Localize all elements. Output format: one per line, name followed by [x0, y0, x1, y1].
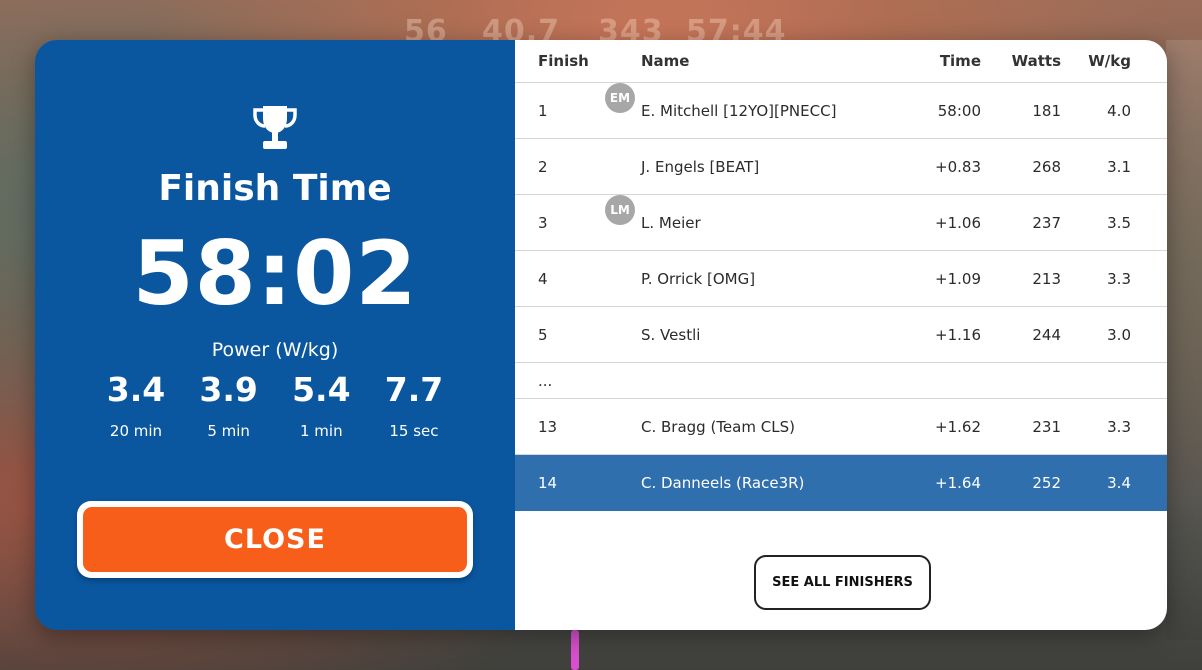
cell-wkg: 3.3	[1107, 418, 1131, 436]
column-header-watts: Watts	[1011, 52, 1061, 70]
cell-time: +0.83	[935, 158, 981, 176]
power-duration: 20 min	[109, 422, 163, 440]
cell-name: S. Vestli	[641, 326, 701, 344]
table-row[interactable]: 2 J. Engels [BEAT] +0.83 268 3.1	[515, 139, 1167, 195]
finish-time-value: 58:02	[132, 222, 418, 325]
cell-wkg: 4.0	[1107, 102, 1131, 120]
table-row[interactable]: 4 P. Orrick [OMG] +1.09 213 3.3	[515, 251, 1167, 307]
column-header-wkg: W/kg	[1088, 52, 1131, 70]
power-label: Power (W/kg)	[211, 339, 339, 361]
cell-name: C. Bragg (Team CLS)	[641, 418, 795, 436]
power-stat-1min: 5.4 1 min	[275, 370, 367, 440]
power-duration: 15 sec	[389, 422, 439, 440]
see-all-finishers-button[interactable]: SEE ALL FINISHERS	[754, 555, 931, 610]
cell-watts: 252	[1032, 474, 1061, 492]
close-button-label: CLOSE	[83, 507, 467, 572]
cell-finish: 5	[538, 326, 548, 344]
power-value: 3.4	[106, 370, 166, 409]
cell-finish: 4	[538, 270, 548, 288]
avatar: EM	[605, 83, 635, 113]
cell-time: +1.09	[935, 270, 981, 288]
column-header-time: Time	[939, 52, 981, 70]
cell-time: +1.64	[935, 474, 981, 492]
cell-time: 58:00	[937, 102, 981, 120]
cell-wkg: 3.4	[1107, 474, 1131, 492]
cell-watts: 181	[1032, 102, 1061, 120]
table-row-current-rider[interactable]: 14 C. Danneels (Race3R) +1.64 252 3.4	[515, 455, 1167, 511]
power-value: 3.9	[199, 370, 258, 409]
cell-time: +1.06	[935, 214, 981, 232]
close-button[interactable]: CLOSE	[77, 501, 473, 578]
power-value: 5.4	[292, 370, 351, 409]
results-panel: Finish Name Time Watts W/kg 1 EM E. Mitc…	[515, 40, 1167, 630]
cell-finish: 3	[538, 214, 548, 232]
cell-time: +1.62	[935, 418, 981, 436]
power-duration: 5 min	[207, 422, 250, 440]
background-side-panel	[1166, 40, 1202, 640]
cell-name: L. Meier	[641, 214, 701, 232]
power-value: 7.7	[384, 370, 444, 409]
results-table-header: Finish Name Time Watts W/kg	[515, 40, 1167, 83]
ellipsis-text: ...	[538, 372, 553, 390]
column-header-finish: Finish	[538, 52, 589, 70]
power-stat-20min: 3.4 20 min	[90, 370, 182, 440]
table-row[interactable]: 5 S. Vestli +1.16 244 3.0	[515, 307, 1167, 363]
cell-wkg: 3.0	[1107, 326, 1131, 344]
cell-name: J. Engels [BEAT]	[641, 158, 760, 176]
cell-watts: 268	[1032, 158, 1061, 176]
table-row-ellipsis: ...	[515, 363, 1167, 399]
table-row[interactable]: 3 LM L. Meier +1.06 237 3.5	[515, 195, 1167, 251]
cell-finish: 13	[538, 418, 558, 436]
power-duration: 1 min	[300, 422, 343, 440]
cell-finish: 2	[538, 158, 548, 176]
cell-wkg: 3.1	[1107, 158, 1131, 176]
cell-name: P. Orrick [OMG]	[641, 270, 756, 288]
cell-finish: 1	[538, 102, 548, 120]
column-header-name: Name	[641, 52, 690, 70]
cell-watts: 244	[1032, 326, 1061, 344]
cell-wkg: 3.3	[1107, 270, 1131, 288]
table-row[interactable]: 1 EM E. Mitchell [12YO][PNECC] 58:00 181…	[515, 83, 1167, 139]
cell-time: +1.16	[935, 326, 981, 344]
cell-name: C. Danneels (Race3R)	[641, 474, 805, 492]
cell-finish: 14	[538, 474, 558, 492]
race-results-modal: Finish Time 58:02 Power (W/kg) 3.4 20 mi…	[35, 40, 1167, 630]
trophy-icon	[253, 106, 297, 149]
power-stats: 3.4 20 min 3.9 5 min 5.4 1 min 7.7 15 se…	[90, 370, 460, 440]
cell-wkg: 3.5	[1107, 214, 1131, 232]
power-stat-15sec: 7.7 15 sec	[368, 370, 460, 440]
background-pole	[571, 630, 579, 670]
table-row[interactable]: 13 C. Bragg (Team CLS) +1.62 231 3.3	[515, 399, 1167, 455]
cell-watts: 237	[1032, 214, 1061, 232]
cell-watts: 231	[1032, 418, 1061, 436]
power-stat-5min: 3.9 5 min	[183, 370, 275, 440]
finish-time-title: Finish Time	[158, 168, 392, 209]
finish-summary-panel: Finish Time 58:02 Power (W/kg) 3.4 20 mi…	[35, 40, 515, 630]
avatar: LM	[605, 195, 635, 225]
cell-name: E. Mitchell [12YO][PNECC]	[641, 102, 837, 120]
cell-watts: 213	[1032, 270, 1061, 288]
